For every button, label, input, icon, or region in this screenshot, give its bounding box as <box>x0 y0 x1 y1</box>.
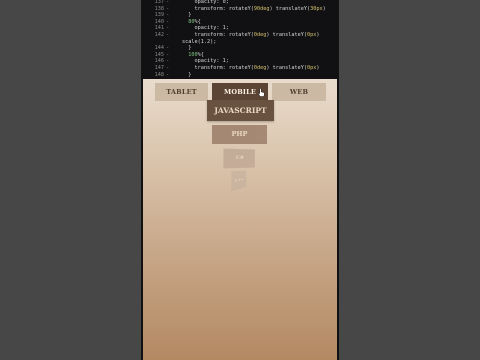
tab-tablet[interactable]: TABLET <box>155 83 208 101</box>
card-csharp[interactable]: C# <box>223 148 255 169</box>
right-letterbox <box>339 0 480 360</box>
card-cpp[interactable]: C++ <box>231 170 247 192</box>
card-php[interactable]: PHP <box>212 125 267 144</box>
code-line: 148- } <box>141 71 339 79</box>
line-number: 148 <box>154 71 164 78</box>
code-token: } <box>182 71 192 78</box>
video-frame: 137- opacity: 0; 138- transform: rotateY(… <box>141 0 339 360</box>
tab-web[interactable]: WEB <box>272 83 326 101</box>
code-text: } <box>182 71 191 79</box>
left-letterbox <box>0 0 141 360</box>
tab-bar: TABLET MOBILE WEB <box>155 83 326 101</box>
fold-gutter: - <box>166 71 170 78</box>
hand-pointer-icon <box>258 88 265 97</box>
preview-stage: TABLET MOBILE WEB JAVASCRIPT PHP C# C++ <box>143 79 337 360</box>
card-javascript[interactable]: JAVASCRIPT <box>207 100 274 121</box>
code-editor: 137- opacity: 0; 138- transform: rotateY(… <box>141 0 339 79</box>
